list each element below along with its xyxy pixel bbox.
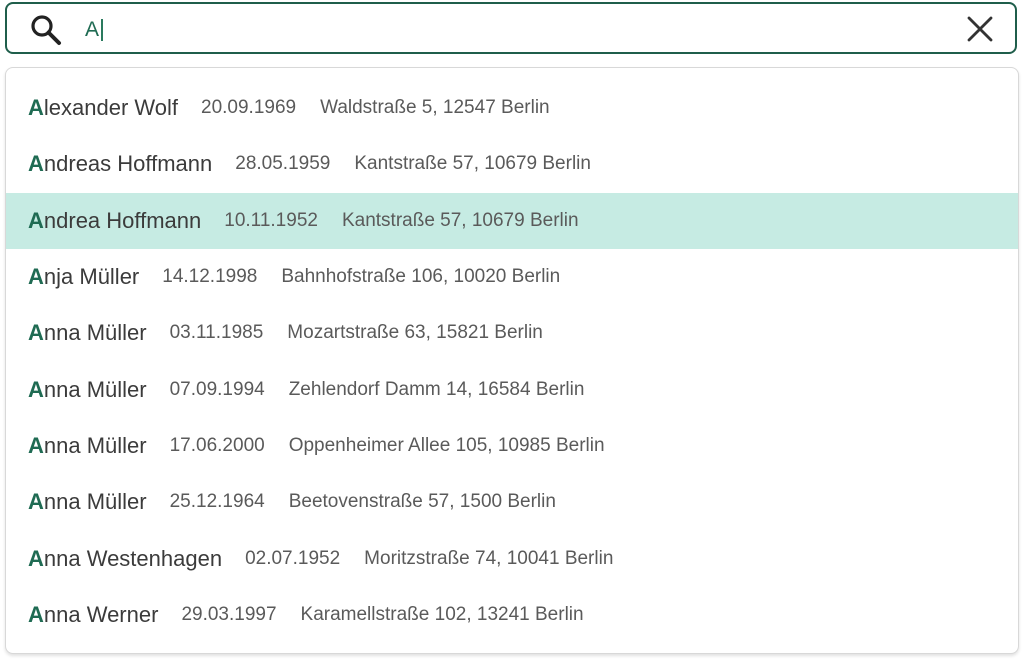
result-name: Anja Müller [28, 264, 139, 290]
result-birthdate: 02.07.1952 [245, 547, 341, 569]
result-name-rest: nna Werner [43, 601, 159, 627]
result-name-match: A [28, 264, 44, 290]
result-address: Kantstraße 57, 10679 Berlin [341, 209, 579, 231]
result-birthdate: 14.12.1998 [162, 266, 258, 288]
result-item[interactable]: Anna Müller 07.09.1994 Zehlendorf Damm 14,… [6, 361, 1018, 417]
result-name-match: A [28, 151, 44, 177]
result-name-match: A [28, 489, 44, 515]
result-name: Anna Müller [28, 377, 147, 403]
results-list: Alexander Wolf 20.09.1969 Waldstraße 5, 12… [6, 80, 1018, 643]
result-address: Waldstraße 5, 12547 Berlin [320, 97, 550, 119]
close-icon[interactable] [963, 12, 997, 46]
result-birthdate: 20.09.1969 [201, 97, 297, 119]
result-name: Anna Müller [28, 489, 147, 515]
result-item[interactable]: Alexander Wolf 20.09.1969 Waldstraße 5, 12… [6, 80, 1018, 136]
result-birthdate: 25.12.1964 [169, 491, 265, 513]
result-name-match: A [28, 545, 44, 571]
text-caret [101, 19, 103, 41]
result-address: Moritzstraße 74, 10041 Berlin [364, 547, 614, 569]
result-item[interactable]: Anna Werner 29.03.1997 Karamellstraße 102,… [6, 587, 1018, 643]
search-box[interactable]: A [5, 2, 1017, 54]
search-input[interactable]: A [85, 14, 103, 46]
result-name-rest: nja Müller [43, 264, 140, 290]
result-birthdate: 07.09.1994 [169, 378, 265, 400]
result-birthdate: 28.05.1959 [235, 153, 331, 175]
result-name: Anna Werner [28, 602, 158, 628]
result-birthdate: 29.03.1997 [181, 603, 277, 625]
result-name-match: A [28, 601, 44, 627]
result-name: Anna Westenhagen [28, 546, 222, 572]
result-name-rest: nna Westenhagen [43, 545, 223, 571]
result-name: Andrea Hoffmann [28, 208, 201, 234]
result-item[interactable]: Anna Westenhagen 02.07.1952 Moritzstraße 7… [6, 530, 1018, 586]
result-address: Mozartstraße 63, 15821 Berlin [287, 322, 543, 344]
result-name: Anna Müller [28, 433, 147, 459]
result-birthdate: 10.11.1952 [224, 209, 318, 231]
result-name-match: A [28, 95, 44, 121]
search-icon [29, 13, 63, 47]
result-name-rest: ndreas Hoffmann [43, 151, 213, 177]
result-name: Andreas Hoffmann [28, 151, 212, 177]
result-address: Zehlendorf Damm 14, 16584 Berlin [288, 378, 585, 400]
result-name: Alexander Wolf [28, 95, 178, 121]
result-birthdate: 17.06.2000 [169, 434, 265, 456]
result-item[interactable]: Andreas Hoffmann 28.05.1959 Kantstraße 57,… [6, 136, 1018, 192]
result-item[interactable]: Anna Müller 03.11.1985 Mozartstraße 63, 15… [6, 305, 1018, 361]
search-input-value: A [85, 18, 100, 41]
result-name-rest: ndrea Hoffmann [43, 207, 202, 233]
result-name-match: A [28, 320, 44, 346]
result-address: Oppenheimer Allee 105, 10985 Berlin [288, 434, 605, 456]
result-address: Kantstraße 57, 10679 Berlin [354, 153, 591, 175]
result-name-rest: nna Müller [43, 376, 147, 402]
result-name-rest: nna Müller [43, 320, 147, 346]
result-name-rest: nna Müller [43, 432, 147, 458]
result-birthdate: 03.11.1985 [169, 322, 264, 344]
result-item[interactable]: Anna Müller 25.12.1964 Beetovenstraße 57, … [6, 474, 1018, 530]
results-dropdown: Alexander Wolf 20.09.1969 Waldstraße 5, 12… [5, 67, 1019, 654]
result-name-rest: lexander Wolf [43, 95, 178, 121]
result-name-match: A [28, 207, 44, 233]
result-item[interactable]: Anna Müller 17.06.2000 Oppenheimer Allee 1… [6, 418, 1018, 474]
result-address: Karamellstraße 102, 13241 Berlin [300, 603, 584, 625]
result-name-match: A [28, 432, 44, 458]
result-name-rest: nna Müller [43, 489, 147, 515]
result-address: Beetovenstraße 57, 1500 Berlin [288, 491, 556, 513]
result-item[interactable]: Anja Müller 14.12.1998 Bahnhofstraße 106, … [6, 249, 1018, 305]
result-address: Bahnhofstraße 106, 10020 Berlin [281, 266, 561, 288]
result-name: Anna Müller [28, 320, 147, 346]
result-name-match: A [28, 376, 44, 402]
result-item[interactable]: Andrea Hoffmann 10.11.1952 Kantstraße 57, … [6, 192, 1018, 249]
